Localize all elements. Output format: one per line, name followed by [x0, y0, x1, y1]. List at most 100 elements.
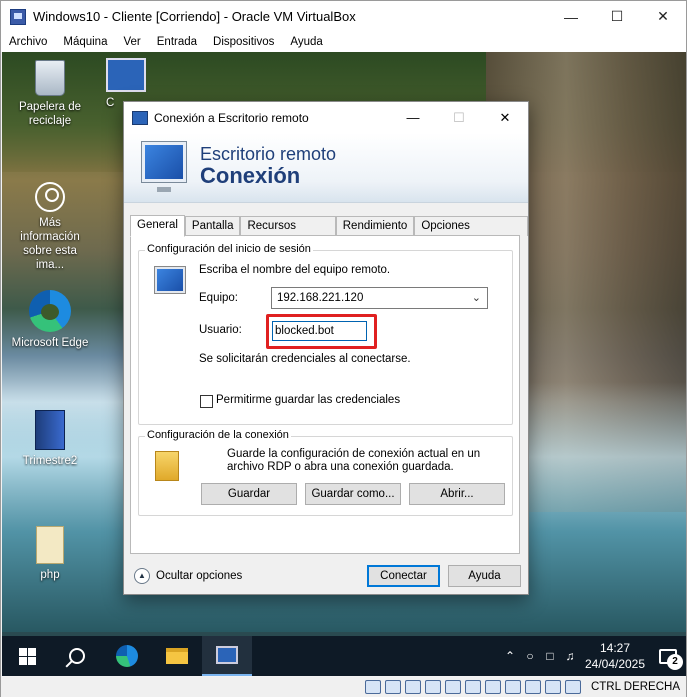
windows-icon — [18, 647, 36, 665]
remote-desktop-dialog: Conexión a Escritorio remoto — ☐ ✕ Escri… — [123, 101, 529, 595]
save-button[interactable]: Guardar — [201, 483, 297, 505]
usb-icon[interactable] — [444, 680, 461, 694]
folder-icon — [166, 648, 188, 664]
notification-count: 2 — [667, 653, 683, 670]
menu-bar: Archivo Máquina Ver Entrada Dispositivos… — [1, 32, 686, 52]
taskbar-explorer-button[interactable] — [152, 636, 202, 676]
connect-button[interactable]: Conectar — [367, 565, 440, 587]
open-button[interactable]: Abrir... — [409, 483, 505, 505]
save-as-button[interactable]: Guardar como... — [305, 483, 401, 505]
virtualbox-titlebar[interactable]: Windows10 - Cliente [Corriendo] - Oracle… — [1, 1, 686, 32]
help-button[interactable]: Ayuda — [448, 565, 521, 587]
volume-icon[interactable]: ♫ — [560, 649, 580, 663]
taskbar-rdp-button[interactable] — [202, 636, 252, 676]
tab-recursos-locales[interactable]: Recursos locales — [240, 216, 336, 251]
computer-value: 192.168.221.120 — [277, 292, 364, 304]
desktop-icon-recycle-bin[interactable]: Papelera de reciclaje — [10, 60, 90, 128]
menu-dispositivos[interactable]: Dispositivos — [205, 36, 282, 48]
recycle-bin-icon — [35, 60, 65, 96]
connection-description: Guarde la configuración de conexión actu… — [227, 448, 481, 473]
group-legend: Configuración de la conexión — [145, 429, 291, 441]
notifications-button[interactable]: 2 — [650, 648, 686, 670]
search-icon — [69, 648, 85, 664]
save-credentials-checkbox[interactable] — [200, 395, 213, 408]
desktop-icon-label: Trimestre2 — [22, 455, 78, 467]
shared-folders-icon[interactable] — [464, 680, 481, 694]
audio-icon[interactable] — [404, 680, 421, 694]
network-icon[interactable]: □ — [540, 649, 560, 663]
banner-title: Escritorio remoto — [200, 144, 337, 164]
tab-rendimiento[interactable]: Rendimiento — [335, 216, 415, 236]
tab-opciones-avanzadas[interactable]: Opciones avanzadas — [414, 216, 528, 251]
meet-now-icon[interactable]: ○ — [520, 649, 540, 663]
info-icon — [35, 182, 65, 212]
cpu-icon[interactable] — [524, 680, 541, 694]
clock[interactable]: 14:27 24/04/2025 — [580, 640, 650, 672]
taskbar-edge-button[interactable] — [102, 636, 152, 676]
hide-options-label: Ocultar opciones — [156, 570, 243, 582]
dialog-close-button[interactable]: ✕ — [482, 102, 528, 133]
menu-maquina[interactable]: Máquina — [55, 36, 115, 48]
tab-pantalla[interactable]: Pantalla — [184, 216, 241, 236]
dialog-banner: Escritorio remoto Conexión — [124, 133, 528, 203]
menu-ver[interactable]: Ver — [115, 36, 148, 48]
tab-general[interactable]: General — [130, 215, 185, 237]
user-label: Usuario: — [199, 324, 242, 336]
instruction-text: Escriba el nombre del equipo remoto. — [199, 264, 391, 276]
edge-icon — [29, 290, 71, 332]
edge-icon — [116, 645, 138, 667]
maximize-button[interactable]: ☐ — [594, 1, 640, 32]
window-title: Windows10 - Cliente [Corriendo] - Oracle… — [33, 9, 356, 24]
menu-archivo[interactable]: Archivo — [1, 36, 55, 48]
dialog-titlebar[interactable]: Conexión a Escritorio remoto — ☐ ✕ — [124, 102, 528, 133]
taskbar: ⌃ ○ □ ♫ 14:27 24/04/2025 2 — [2, 636, 686, 676]
document-icon — [35, 410, 65, 450]
remote-desktop-icon — [216, 646, 238, 664]
menu-ayuda[interactable]: Ayuda — [282, 36, 330, 48]
tab-strip: General Pantalla Recursos locales Rendim… — [130, 215, 528, 251]
mouse-integration-icon[interactable] — [544, 680, 561, 694]
computer-icon — [155, 267, 185, 293]
virtualbox-window: Windows10 - Cliente [Corriendo] - Oracle… — [0, 0, 687, 697]
system-tray: ⌃ ○ □ ♫ 14:27 24/04/2025 2 — [500, 636, 686, 676]
desktop-icon-php[interactable]: php — [10, 526, 90, 582]
keyboard-icon[interactable] — [564, 680, 581, 694]
hide-options-toggle[interactable]: ▲ Ocultar opciones — [134, 568, 242, 584]
display-icon[interactable] — [484, 680, 501, 694]
tab-panel-general: Configuración del inicio de sesión Escri… — [130, 235, 520, 554]
chevron-down-icon[interactable]: ⌄ — [472, 288, 481, 308]
monitor-icon — [142, 142, 186, 192]
dialog-title: Conexión a Escritorio remoto — [154, 110, 309, 125]
desktop-icon-trimestre2[interactable]: Trimestre2 — [10, 410, 90, 468]
recording-icon[interactable] — [504, 680, 521, 694]
network-adapter-icon[interactable] — [424, 680, 441, 694]
save-credentials-label[interactable]: Permitirme guardar las credenciales — [216, 394, 400, 406]
credentials-note: Se solicitarán credenciales al conectars… — [199, 353, 411, 365]
remote-desktop-icon — [132, 110, 148, 125]
desktop-icon-edge[interactable]: Microsoft Edge — [10, 290, 90, 350]
optical-drive-icon[interactable] — [384, 680, 401, 694]
group-legend: Configuración del inicio de sesión — [145, 243, 313, 255]
computer-label: Equipo: — [199, 292, 239, 304]
chevron-up-icon[interactable]: ⌃ — [500, 649, 520, 663]
remote-desktop-icon — [106, 58, 146, 92]
dialog-minimize-button[interactable]: — — [390, 102, 436, 133]
desktop-icon-info[interactable]: Más información sobre esta ima... — [10, 182, 90, 272]
taskbar-search-button[interactable] — [52, 636, 102, 676]
banner-subtitle: Conexión — [200, 163, 301, 188]
start-button[interactable] — [2, 636, 52, 676]
file-icon — [36, 526, 64, 564]
folder-icon — [155, 451, 179, 481]
minimize-button[interactable]: — — [548, 1, 594, 32]
close-button[interactable]: ✕ — [640, 1, 686, 32]
login-settings-group: Configuración del inicio de sesión Escri… — [138, 243, 513, 425]
red-highlight-box — [266, 314, 377, 349]
hard-disk-icon[interactable] — [364, 680, 381, 694]
host-key-label: CTRL DERECHA — [590, 681, 680, 693]
clock-time: 14:27 — [599, 641, 631, 655]
connection-settings-group: Configuración de la conexión Guarde la c… — [138, 429, 513, 516]
dialog-maximize-button: ☐ — [453, 109, 465, 125]
computer-combobox[interactable]: 192.168.221.120 ⌄ — [271, 287, 488, 309]
menu-entrada[interactable]: Entrada — [149, 36, 205, 48]
desktop-icon-label: Más información sobre esta ima... — [20, 217, 80, 271]
